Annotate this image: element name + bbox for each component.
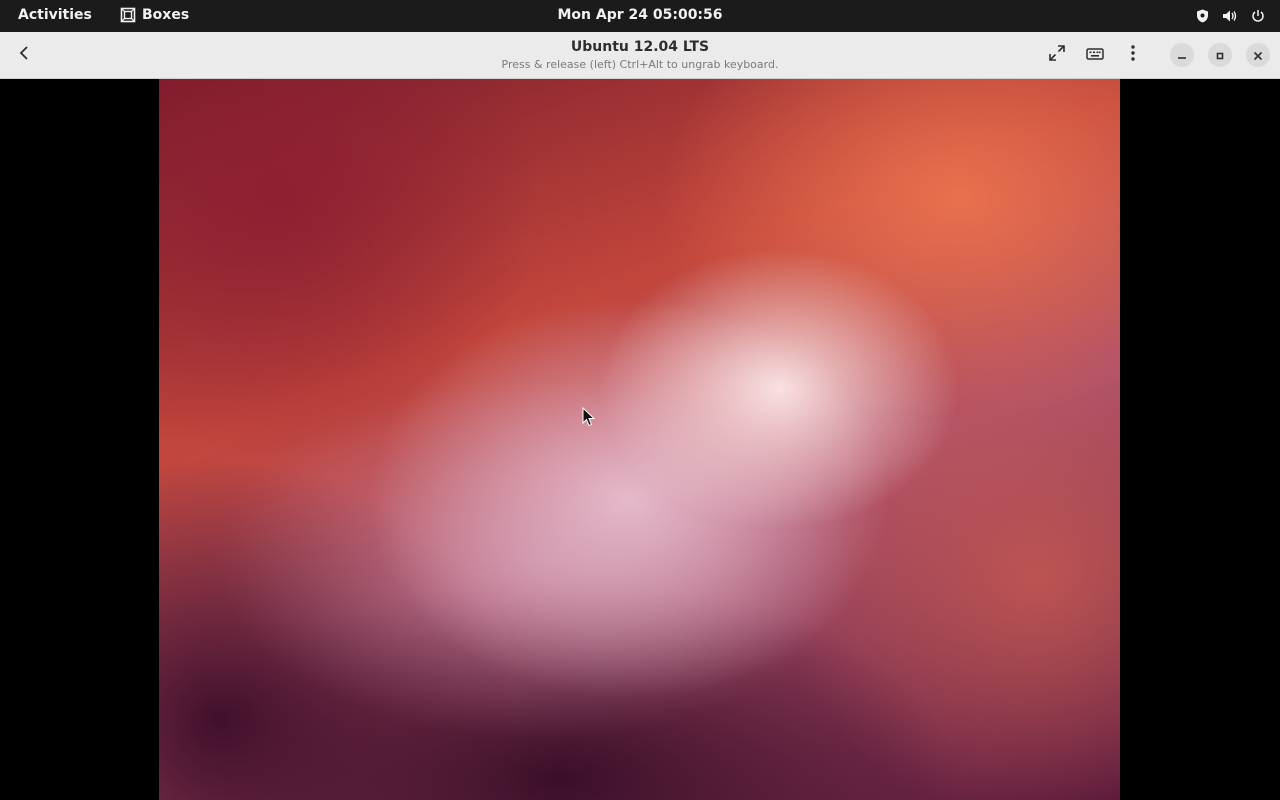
keyboard-icon <box>1086 46 1104 65</box>
keyboard-button[interactable] <box>1080 40 1110 70</box>
back-button[interactable] <box>10 40 38 70</box>
close-button[interactable] <box>1246 43 1270 67</box>
vm-desktop-wallpaper[interactable] <box>159 79 1120 800</box>
boxes-app-icon <box>120 7 136 23</box>
system-menu[interactable] <box>1194 8 1266 24</box>
maximize-icon <box>1215 46 1225 65</box>
back-icon <box>19 45 29 65</box>
volume-icon[interactable] <box>1222 8 1238 24</box>
fullscreen-icon <box>1049 45 1065 65</box>
maximize-button[interactable] <box>1208 43 1232 67</box>
close-icon <box>1253 46 1263 65</box>
menu-button[interactable] <box>1118 40 1148 70</box>
mouse-pointer-icon <box>582 406 596 427</box>
shield-icon[interactable] <box>1194 8 1210 24</box>
top-bar: Activities Boxes Mon Apr 24 05:00:56 <box>0 0 1280 32</box>
vm-display-area[interactable] <box>0 79 1280 800</box>
app-menu-button[interactable]: Boxes <box>120 7 189 23</box>
minimize-icon <box>1177 46 1187 65</box>
minimize-button[interactable] <box>1170 43 1194 67</box>
app-menu-label: Boxes <box>142 7 190 23</box>
power-icon[interactable] <box>1250 8 1266 24</box>
fullscreen-button[interactable] <box>1042 40 1072 70</box>
header-bar: Ubuntu 12.04 LTS Press & release (left) … <box>0 32 1280 79</box>
activities-button[interactable]: Activities <box>18 7 92 23</box>
clock-button[interactable]: Mon Apr 24 05:00:56 <box>557 7 722 23</box>
menu-icon <box>1131 45 1135 65</box>
